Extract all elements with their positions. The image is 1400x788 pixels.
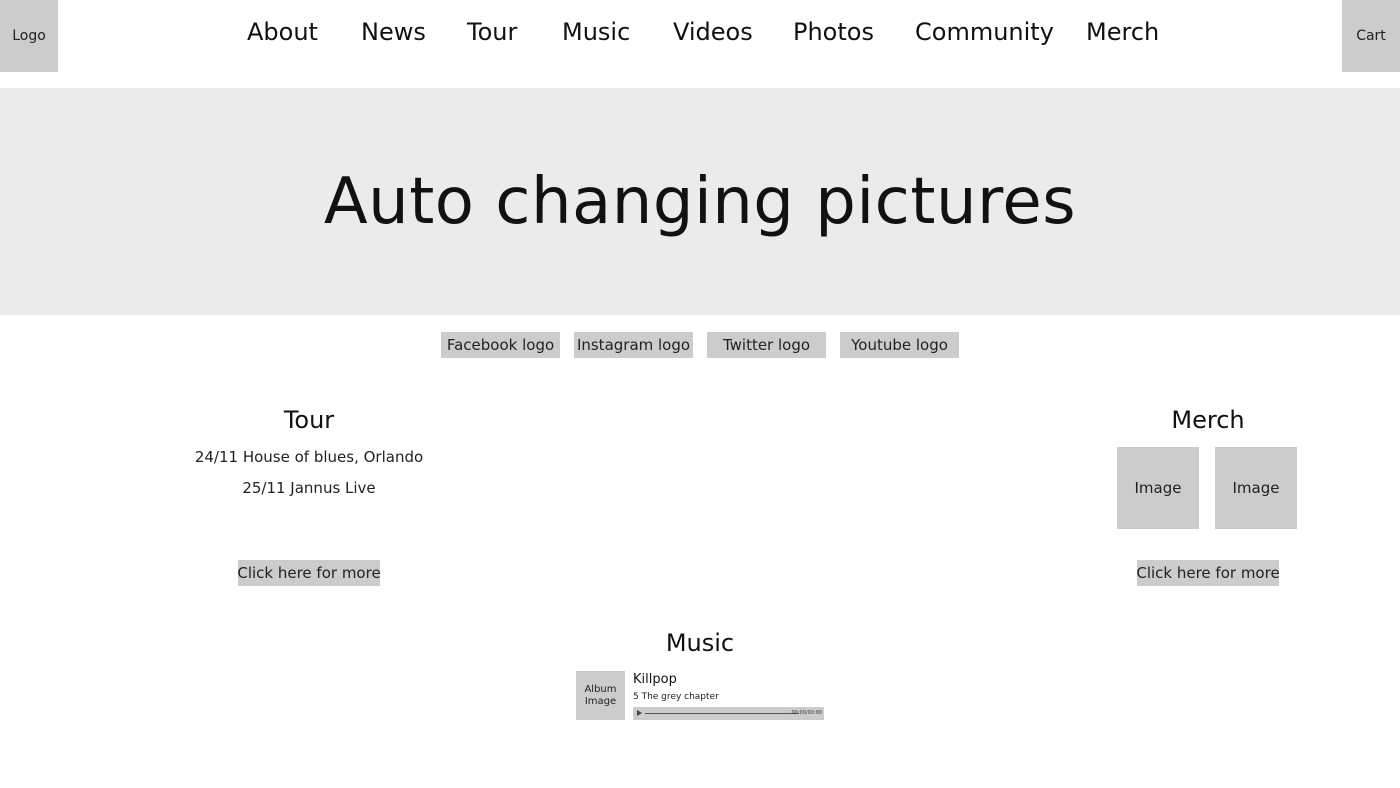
album-image: Album Image xyxy=(576,671,625,720)
hero-title: Auto changing pictures xyxy=(323,164,1077,239)
merch-image-2[interactable]: Image xyxy=(1215,447,1297,529)
seek-bar[interactable] xyxy=(645,713,799,714)
instagram-button[interactable]: Instagram logo xyxy=(574,332,693,358)
main-nav: About News Tour Music Videos Photos Comm… xyxy=(0,18,1400,52)
tour-date-1: 24/11 House of blues, Orlando xyxy=(194,448,424,466)
tour-more-label: Click here for more xyxy=(237,564,381,582)
instagram-label: Instagram logo xyxy=(576,336,691,354)
nav-videos[interactable]: Videos xyxy=(673,18,753,46)
nav-about[interactable]: About xyxy=(247,18,318,46)
nav-tour[interactable]: Tour xyxy=(467,18,517,46)
audio-player: 00:00/00:00 xyxy=(633,707,824,720)
nav-community[interactable]: Community xyxy=(915,18,1054,46)
hero-carousel[interactable]: Auto changing pictures xyxy=(0,88,1400,315)
nav-merch[interactable]: Merch xyxy=(1086,18,1159,46)
nav-music[interactable]: Music xyxy=(562,18,630,46)
time-readout: 00:00/00:00 xyxy=(791,710,822,716)
youtube-button[interactable]: Youtube logo xyxy=(840,332,959,358)
merch-heading: Merch xyxy=(1171,406,1245,434)
tour-heading: Tour xyxy=(283,406,335,434)
tour-more-button[interactable]: Click here for more xyxy=(237,560,381,586)
merch-more-label: Click here for more xyxy=(1136,564,1280,582)
nav-news[interactable]: News xyxy=(361,18,426,46)
cart-label: Cart xyxy=(1356,28,1386,44)
play-icon[interactable] xyxy=(637,710,642,716)
merch-image-1[interactable]: Image xyxy=(1117,447,1199,529)
merch-image-2-label: Image xyxy=(1232,479,1280,497)
nav-photos[interactable]: Photos xyxy=(793,18,874,46)
tour-date-2: 25/11 Jannus Live xyxy=(242,479,376,497)
twitter-label: Twitter logo xyxy=(722,336,811,354)
album-label-line1: Album xyxy=(584,683,617,695)
twitter-button[interactable]: Twitter logo xyxy=(707,332,826,358)
youtube-label: Youtube logo xyxy=(851,336,948,354)
music-heading: Music xyxy=(665,629,735,657)
cart-button[interactable]: Cart xyxy=(1342,0,1400,72)
track-title: 5 The grey chapter xyxy=(633,692,719,702)
merch-more-button[interactable]: Click here for more xyxy=(1136,560,1280,586)
facebook-button[interactable]: Facebook logo xyxy=(441,332,560,358)
track-artist: Killpop xyxy=(633,672,677,687)
album-label-line2: Image xyxy=(584,695,617,707)
facebook-label: Facebook logo xyxy=(446,336,555,354)
merch-image-1-label: Image xyxy=(1134,479,1182,497)
